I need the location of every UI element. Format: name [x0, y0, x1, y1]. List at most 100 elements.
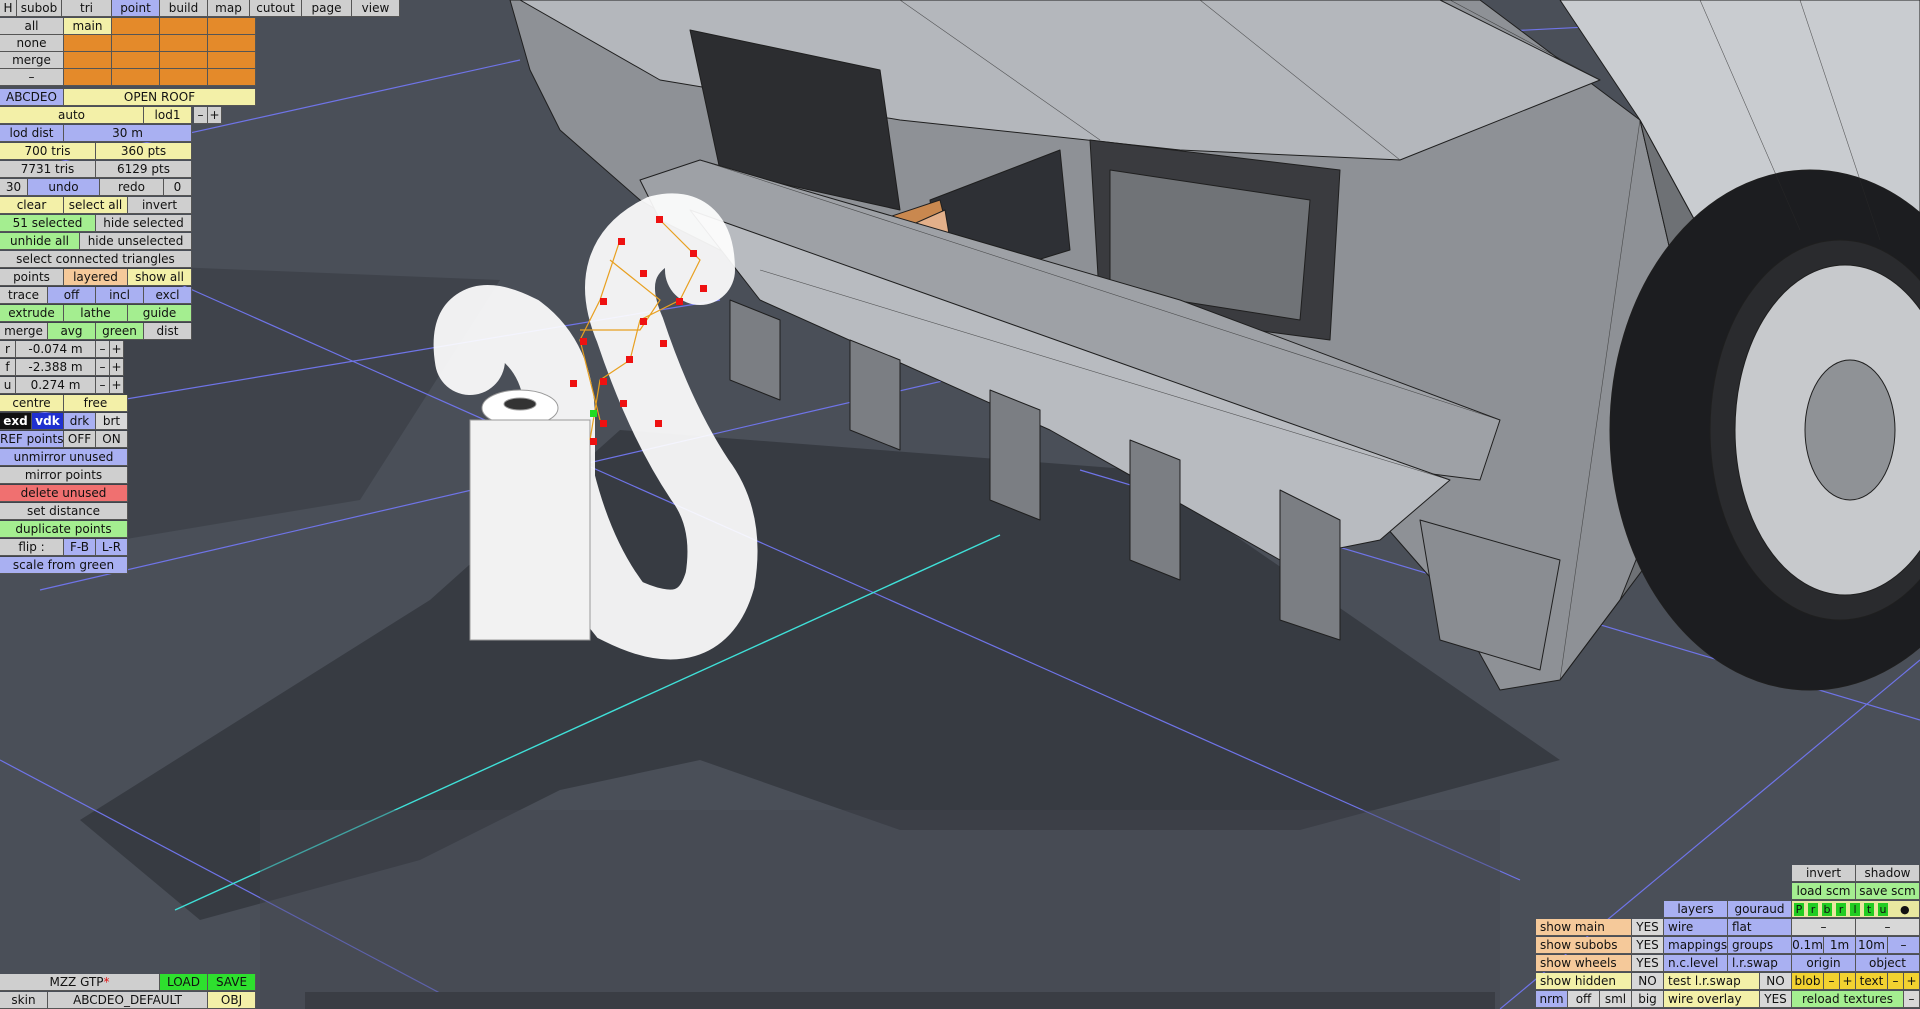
shadow-button[interactable]: shadow [1856, 865, 1920, 882]
flip-lr-button[interactable]: L-R [96, 539, 128, 556]
layer-merge-button[interactable]: merge [0, 52, 64, 69]
grid-01m[interactable]: 0.1m [1792, 937, 1824, 954]
lod-auto[interactable]: auto [0, 107, 144, 124]
layer-slot[interactable] [208, 69, 256, 86]
mappings-button[interactable]: mappings [1664, 937, 1728, 954]
duplicate-points-button[interactable]: duplicate points [0, 521, 128, 538]
blob-minus[interactable]: – [1824, 973, 1840, 990]
layer-slot[interactable] [112, 52, 160, 69]
layers-button[interactable]: layers [1664, 901, 1728, 918]
clear-button[interactable]: clear [0, 197, 64, 214]
layer-none-button[interactable]: none [0, 35, 64, 52]
invert-selection-button[interactable]: invert [128, 197, 192, 214]
trace-incl[interactable]: incl [96, 287, 144, 304]
layer-dash-button[interactable]: – [0, 69, 64, 86]
layer-main[interactable]: main [64, 18, 112, 35]
show-subobs-label[interactable]: show subobs [1536, 937, 1632, 954]
car-name[interactable]: MZZ GTP* [0, 974, 160, 991]
lathe-button[interactable]: lathe [64, 305, 128, 322]
lod-dist-value[interactable]: 30 m [64, 125, 192, 142]
load-scm-button[interactable]: load scm [1792, 883, 1856, 900]
text-minus[interactable]: – [1888, 973, 1904, 990]
lod-select[interactable]: lod1 [144, 107, 192, 124]
layer-slot[interactable] [160, 35, 208, 52]
pivot-centre[interactable]: centre [0, 395, 64, 412]
unhide-all-button[interactable]: unhide all [0, 233, 80, 250]
coord-u-value[interactable]: 0.274 m [16, 377, 96, 394]
select-all-button[interactable]: select all [64, 197, 128, 214]
flat-button[interactable]: flat [1728, 919, 1792, 936]
layer-slot[interactable] [208, 52, 256, 69]
origin-button[interactable]: origin [1792, 955, 1856, 972]
layer-slot[interactable] [208, 18, 256, 35]
blob-label[interactable]: blob [1792, 973, 1824, 990]
unmirror-unused-button[interactable]: unmirror unused [0, 449, 128, 466]
channel-dot[interactable]: ● [1900, 901, 1910, 917]
layer-slot[interactable] [112, 18, 160, 35]
ref-points-off[interactable]: OFF [64, 431, 96, 448]
layer-slot[interactable] [64, 52, 112, 69]
display-drk[interactable]: drk [64, 413, 96, 430]
channel-r[interactable]: r [1808, 903, 1818, 916]
size-sml[interactable]: sml [1600, 991, 1632, 1008]
wire-button[interactable]: wire [1664, 919, 1728, 936]
show-hidden-value[interactable]: NO [1632, 973, 1664, 990]
mirror-points-button[interactable]: mirror points [0, 467, 128, 484]
coord-r-plus[interactable]: + [110, 341, 124, 358]
undo-button[interactable]: undo [28, 179, 100, 196]
grid-10m[interactable]: 10m [1856, 937, 1888, 954]
trace-excl[interactable]: excl [144, 287, 192, 304]
grid-size-dash[interactable]: – [1856, 919, 1920, 936]
show-main-label[interactable]: show main [1536, 919, 1632, 936]
layer-slot[interactable] [112, 35, 160, 52]
wire-overlay-button[interactable]: wire overlay [1664, 991, 1760, 1008]
ref-points-on[interactable]: ON [96, 431, 128, 448]
coord-f-minus[interactable]: – [96, 359, 110, 376]
scale-from-green-button[interactable]: scale from green [0, 557, 128, 574]
gouraud-button[interactable]: gouraud [1728, 901, 1792, 918]
menu-page[interactable]: page [302, 0, 352, 17]
merge-dist[interactable]: dist [144, 323, 192, 340]
select-connected-button[interactable]: select connected triangles [0, 251, 192, 268]
coord-r-value[interactable]: -0.074 m [16, 341, 96, 358]
redo-button[interactable]: redo [100, 179, 164, 196]
channel-l[interactable]: l [1850, 903, 1860, 916]
layer-slot[interactable] [160, 52, 208, 69]
hide-unselected-button[interactable]: hide unselected [80, 233, 192, 250]
size-big[interactable]: big [1632, 991, 1664, 1008]
coord-f-plus[interactable]: + [110, 359, 124, 376]
reload-textures-button[interactable]: reload textures [1792, 991, 1904, 1008]
lr-swap-button[interactable]: l.r.swap [1728, 955, 1792, 972]
merge-green[interactable]: green [96, 323, 144, 340]
delete-unused-button[interactable]: delete unused [0, 485, 128, 502]
display-exd[interactable]: exd [0, 413, 32, 430]
layer-slot[interactable] [208, 35, 256, 52]
trace-button[interactable]: trace [0, 287, 48, 304]
size-off[interactable]: off [1568, 991, 1600, 1008]
menu-icon[interactable]: H [0, 0, 17, 17]
display-vdk[interactable]: vdk [32, 413, 64, 430]
set-distance-button[interactable]: set distance [0, 503, 128, 520]
groups-button[interactable]: groups [1728, 937, 1792, 954]
channel-b[interactable]: b [1822, 903, 1832, 916]
grid-1m[interactable]: 1m [1824, 937, 1856, 954]
merge-button[interactable]: merge [0, 323, 48, 340]
guide-button[interactable]: guide [128, 305, 192, 322]
wire-overlay-value[interactable]: YES [1760, 991, 1792, 1008]
grid-none[interactable]: – [1888, 937, 1920, 954]
layer-all-button[interactable]: all [0, 18, 64, 35]
trace-off[interactable]: off [48, 287, 96, 304]
layer-slot[interactable] [160, 69, 208, 86]
reload-dash[interactable]: – [1904, 991, 1920, 1008]
roof-toggle[interactable]: OPEN ROOF [64, 89, 256, 106]
selected-count[interactable]: 51 selected [0, 215, 96, 232]
load-button[interactable]: LOAD [160, 974, 208, 991]
channel-u[interactable]: u [1878, 903, 1888, 916]
points-mode[interactable]: points [0, 269, 64, 286]
3d-viewport[interactable] [0, 0, 1920, 1009]
coord-u-plus[interactable]: + [110, 377, 124, 394]
layer-slot[interactable] [112, 69, 160, 86]
invert-view-button[interactable]: invert [1792, 865, 1856, 882]
size-nrm[interactable]: nrm [1536, 991, 1568, 1008]
show-wheels-value[interactable]: YES [1632, 955, 1664, 972]
